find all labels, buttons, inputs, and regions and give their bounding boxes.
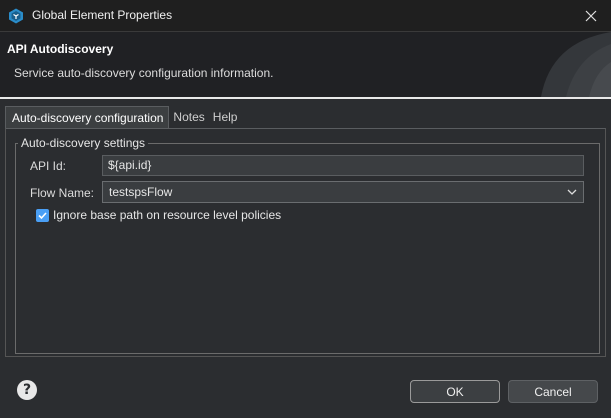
question-mark-icon: ? bbox=[22, 382, 32, 398]
cancel-button[interactable]: Cancel bbox=[508, 380, 598, 403]
help-button[interactable]: ? bbox=[17, 380, 37, 400]
ignore-base-path-label: Ignore base path on resource level polic… bbox=[53, 208, 282, 222]
checkmark-icon bbox=[38, 211, 47, 219]
banner-description: Service auto-discovery configuration inf… bbox=[14, 66, 274, 80]
tab-notes[interactable]: Notes bbox=[169, 106, 208, 128]
chevron-down-icon bbox=[567, 189, 577, 195]
flow-name-label: Flow Name: bbox=[30, 186, 95, 200]
flow-name-select[interactable]: testspsFlow bbox=[102, 181, 584, 203]
ignore-base-path-checkbox[interactable] bbox=[36, 208, 49, 222]
flow-name-value: testspsFlow bbox=[109, 185, 173, 199]
title-bar: Global Element Properties bbox=[0, 0, 611, 32]
api-id-label: API Id: bbox=[30, 159, 67, 173]
dialog-banner: API Autodiscovery Service auto-discovery… bbox=[0, 32, 611, 97]
window-title: Global Element Properties bbox=[32, 8, 173, 22]
banner-separator bbox=[0, 97, 611, 99]
close-icon bbox=[585, 10, 597, 21]
tab-help[interactable]: Help bbox=[209, 106, 242, 128]
tab-bar: Auto-discovery configuration Notes Help bbox=[5, 106, 241, 128]
api-id-input[interactable]: ${api.id} bbox=[102, 155, 584, 176]
ok-button[interactable]: OK bbox=[410, 380, 500, 403]
banner-title: API Autodiscovery bbox=[7, 42, 114, 56]
banner-decoration-graphic bbox=[541, 32, 611, 97]
group-legend: Auto-discovery settings bbox=[18, 136, 149, 150]
ignore-base-path-checkbox-row[interactable]: Ignore base path on resource level polic… bbox=[36, 208, 281, 222]
close-button[interactable] bbox=[571, 0, 611, 31]
tab-auto-discovery-configuration[interactable]: Auto-discovery configuration bbox=[5, 106, 170, 128]
anypoint-studio-icon bbox=[9, 8, 23, 24]
